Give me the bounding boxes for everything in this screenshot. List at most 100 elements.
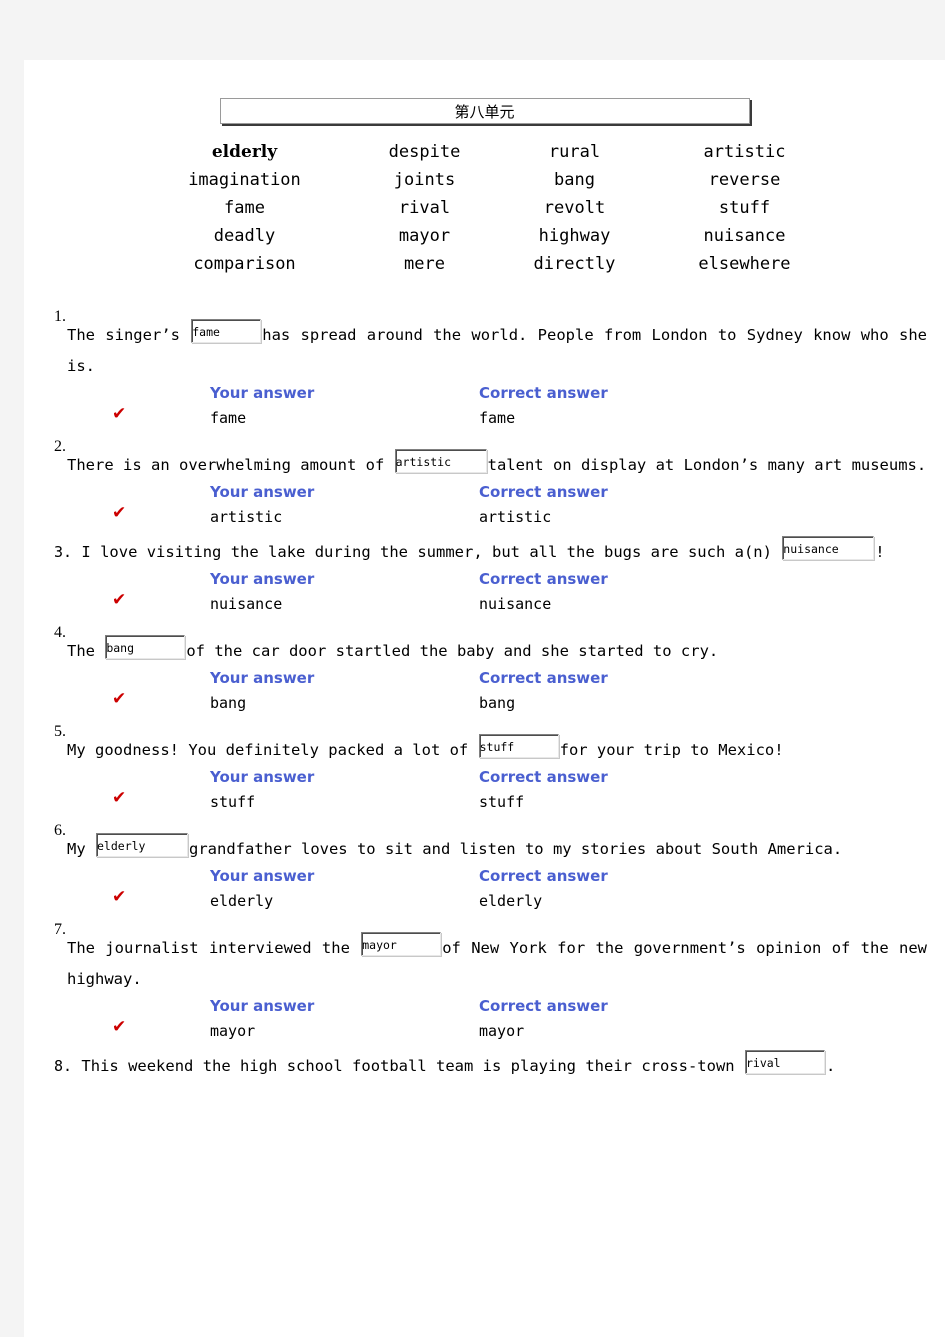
answer-blank-box[interactable]: stuff: [478, 733, 559, 758]
question-text-after: for your trip to Mexico!: [559, 741, 784, 759]
question-text-before: The singer’s: [67, 326, 191, 344]
correct-answer-value: mayor: [479, 1022, 525, 1040]
word-bank-item: artistic: [703, 142, 786, 162]
word-bank-item: rival: [398, 198, 451, 218]
question-text-before: My goodness! You definitely packed a lot…: [67, 741, 478, 759]
question-text: The journalist interviewed the mayor of N…: [32, 931, 945, 995]
title-box-wrapper: 第八单元: [24, 98, 945, 124]
answer-blank-box[interactable]: rival: [744, 1049, 825, 1074]
page-content: 第八单元 elderly despite rural artistic imaginat…: [24, 98, 945, 1082]
word-bank-row: elderly despite rural artistic: [135, 138, 835, 166]
correct-answer-header: Correct answer: [479, 483, 608, 501]
answer-block: ✔ Your answer Correct answer nuisance nuisan…: [32, 570, 945, 622]
answer-blank-box[interactable]: bang: [105, 634, 186, 659]
question-text-before: I love visiting the lake during the summ…: [81, 543, 782, 561]
correct-answer-header: Correct answer: [479, 570, 608, 588]
your-answer-value: bang: [210, 694, 247, 712]
your-answer-header: Your answer: [210, 867, 315, 885]
word-bank-item: highway: [538, 226, 611, 246]
word-bank-row: fame rival revolt stuff: [135, 194, 835, 222]
word-bank-item: elsewhere: [698, 254, 791, 274]
question-text: 8. This weekend the high school football…: [32, 1049, 945, 1082]
question-number: 3.: [54, 543, 73, 561]
question-text-before: The: [67, 642, 105, 660]
word-bank-table: elderly despite rural artistic imagination jo…: [135, 138, 835, 278]
question-list: 1. The singer’s fame has spread around the…: [24, 308, 945, 1082]
question-text-before: There is an overwhelming amount of: [67, 456, 394, 474]
word-bank-item: deadly: [213, 226, 276, 246]
answer-block: ✔ Your answer Correct answer artistic artist…: [32, 483, 945, 535]
word-bank-row: imagination joints bang reverse: [135, 166, 835, 194]
question-number: 8.: [54, 1057, 73, 1075]
correct-answer-value: nuisance: [479, 595, 552, 613]
your-answer-header: Your answer: [210, 384, 315, 402]
answer-blank-box[interactable]: mayor: [361, 931, 442, 956]
question-item: 8. This weekend the high school football…: [32, 1049, 945, 1082]
word-bank-item: mayor: [398, 226, 451, 246]
word-bank-row: deadly mayor highway nuisance: [135, 222, 835, 250]
correct-answer-value: elderly: [479, 892, 543, 910]
question-text-before: My: [67, 840, 95, 858]
correct-answer-header: Correct answer: [479, 768, 608, 786]
question-item: 3. I love visiting the lake during the s…: [32, 535, 945, 622]
document-page: 第八单元 elderly despite rural artistic imaginat…: [24, 60, 945, 1337]
correct-check-icon: ✔: [112, 887, 127, 907]
answer-blank-box[interactable]: elderly: [96, 832, 188, 857]
question-text-after: of the car door startled the baby and sh…: [186, 642, 719, 660]
question-text-after: grandfather loves to sit and listen to m…: [189, 840, 843, 858]
answer-blank-box[interactable]: fame: [191, 318, 262, 343]
word-bank-item: elderly: [211, 142, 278, 162]
correct-answer-header: Correct answer: [479, 997, 608, 1015]
correct-check-icon: ✔: [112, 1017, 127, 1037]
word-bank-body: elderly despite rural artistic imagination jo…: [135, 138, 835, 278]
question-text: There is an overwhelming amount of artis…: [32, 448, 945, 481]
word-bank-item: imagination: [188, 170, 301, 190]
word-bank-item: joints: [393, 170, 456, 190]
question-text-after: !: [875, 543, 885, 561]
question-text: 3. I love visiting the lake during the s…: [32, 535, 945, 568]
word-bank-item: revolt: [543, 198, 606, 218]
question-text: The bang of the car door startled the bab…: [32, 634, 945, 667]
question-item: 7. The journalist interviewed the mayor of…: [32, 921, 945, 1049]
question-text-after: talent on display at London’s many art m…: [487, 456, 927, 474]
your-answer-value: mayor: [210, 1022, 256, 1040]
correct-check-icon: ✔: [112, 590, 127, 610]
your-answer-value: fame: [210, 409, 247, 427]
answer-block: ✔ Your answer Correct answer mayor mayor: [32, 997, 945, 1049]
word-bank-item: directly: [533, 254, 616, 274]
page-title: 第八单元: [219, 98, 750, 124]
word-bank-item: reverse: [708, 170, 781, 190]
correct-check-icon: ✔: [112, 404, 127, 424]
answer-block: ✔ Your answer Correct answer bang bang: [32, 669, 945, 721]
word-bank-row: comparison mere directly elsewhere: [135, 250, 835, 278]
question-text-after: .: [825, 1057, 836, 1075]
correct-answer-value: bang: [479, 694, 516, 712]
correct-check-icon: ✔: [112, 503, 127, 523]
question-item: 1. The singer’s fame has spread around the…: [32, 308, 945, 436]
answer-blank-box[interactable]: nuisance: [782, 535, 875, 560]
answer-blank-box[interactable]: artistic: [394, 448, 487, 473]
your-answer-header: Your answer: [210, 483, 315, 501]
question-text: The singer’s fame has spread around the w…: [32, 318, 945, 382]
answer-block: ✔ Your answer Correct answer fame fame: [32, 384, 945, 436]
word-bank-item: rural: [548, 142, 601, 162]
question-item: 2. There is an overwhelming amount of art…: [32, 438, 945, 535]
word-bank-item: despite: [388, 142, 461, 162]
correct-answer-header: Correct answer: [479, 867, 608, 885]
question-text-before: The journalist interviewed the: [67, 939, 361, 957]
word-bank-item: nuisance: [703, 226, 786, 246]
your-answer-value: stuff: [210, 793, 256, 811]
correct-answer-value: stuff: [479, 793, 525, 811]
word-bank-item: mere: [404, 254, 445, 274]
answer-block: ✔ Your answer Correct answer stuff stuff: [32, 768, 945, 820]
question-item: 6. My elderly grandfather loves to sit and…: [32, 822, 945, 919]
question-item: 4. The bang of the car door startled the b…: [32, 624, 945, 721]
question-text: My elderly grandfather loves to sit and l…: [32, 832, 945, 865]
word-bank-item: fame: [224, 198, 265, 218]
correct-answer-header: Correct answer: [479, 669, 608, 687]
correct-check-icon: ✔: [112, 689, 127, 709]
your-answer-header: Your answer: [210, 768, 315, 786]
your-answer-header: Your answer: [210, 570, 315, 588]
question-item: 5. My goodness! You definitely packed a l…: [32, 723, 945, 820]
your-answer-value: artistic: [210, 508, 283, 526]
